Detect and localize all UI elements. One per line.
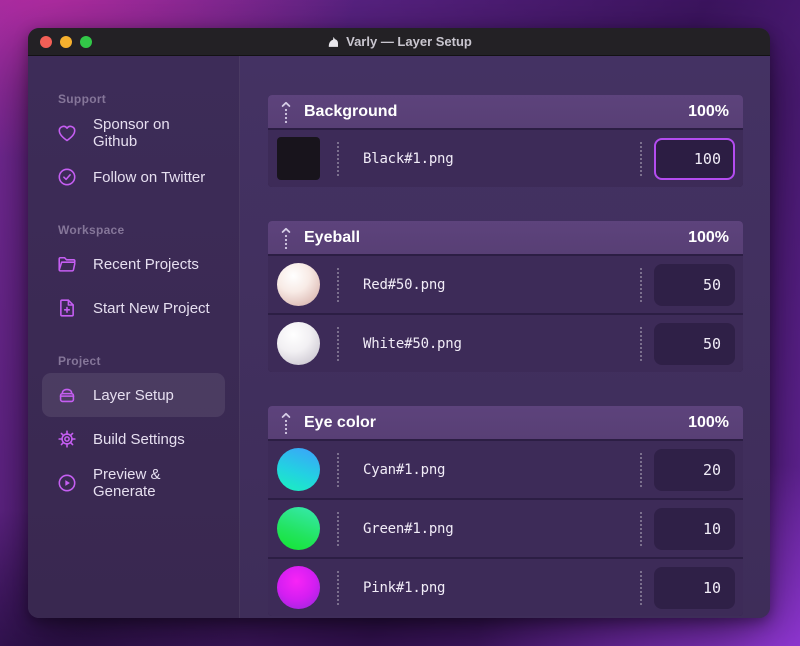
layer-filename: Black#1.png xyxy=(363,150,454,167)
badge-check-icon xyxy=(56,166,78,188)
dotted-divider xyxy=(640,141,642,176)
layer-thumbnail-green xyxy=(277,507,320,550)
sidebar-item-build-settings[interactable]: Build Settings xyxy=(42,417,225,461)
play-circle-icon xyxy=(56,472,78,494)
sidebar-section-workspace: Workspace Recent Projects Start New Proj… xyxy=(42,223,225,330)
layer-row: Cyan#1.png xyxy=(268,441,743,498)
layer-weight-input[interactable] xyxy=(654,137,735,180)
layer-thumbnail-white-sphere xyxy=(277,322,320,365)
app-window: Varly — Layer Setup Support Sponsor on G… xyxy=(28,28,770,618)
sidebar-item-label: Layer Setup xyxy=(93,386,174,404)
sidebar-section-project: Project Layer Setup Build Settings Previ… xyxy=(42,354,225,505)
sidebar-item-recent-projects[interactable]: Recent Projects xyxy=(42,242,225,286)
sidebar-item-label: Preview & Generate xyxy=(93,466,161,500)
layer-row: White#50.png xyxy=(268,315,743,372)
layer-thumbnail-pink xyxy=(277,566,320,609)
sidebar-item-label: Sponsor on Github xyxy=(93,116,170,150)
traffic-lights xyxy=(40,35,92,48)
layer-row: Pink#1.png xyxy=(268,559,743,616)
layer-weight-input[interactable] xyxy=(654,263,735,306)
dotted-divider xyxy=(337,452,339,487)
layer-filename: Cyan#1.png xyxy=(363,461,446,478)
layer-thumbnail-cyan xyxy=(277,448,320,491)
layer-group-weight: 100% xyxy=(688,413,729,431)
layer-group-background: Background 100% Black#1.png xyxy=(268,95,743,187)
dotted-divider xyxy=(337,267,339,302)
drag-handle-icon[interactable] xyxy=(280,227,292,249)
sidebar-item-preview-generate[interactable]: Preview & Generate xyxy=(42,461,225,505)
layer-group-eye-color: Eye color 100% Cyan#1.png Green#1.png xyxy=(268,406,743,616)
sidebar: Support Sponsor on Github Follow on Twit… xyxy=(28,56,240,618)
dotted-divider xyxy=(640,267,642,302)
sidebar-item-follow-on-twitter[interactable]: Follow on Twitter xyxy=(42,155,225,199)
archive-box-icon xyxy=(56,384,78,406)
dotted-divider xyxy=(337,141,339,176)
layer-weight-input[interactable] xyxy=(654,322,735,365)
layer-row: Green#1.png xyxy=(268,500,743,557)
layer-group-header: Eyeball 100% xyxy=(268,221,743,254)
dotted-divider xyxy=(640,452,642,487)
window-title: Varly — Layer Setup xyxy=(28,34,770,49)
layer-group-eyeball: Eyeball 100% Red#50.png White#50.png xyxy=(268,221,743,372)
sidebar-item-label: Build Settings xyxy=(93,430,185,448)
heart-icon xyxy=(56,122,78,144)
layer-filename: Red#50.png xyxy=(363,276,446,293)
sidebar-item-start-new-project[interactable]: Start New Project xyxy=(42,286,225,330)
dotted-divider xyxy=(337,326,339,361)
layer-weight-input[interactable] xyxy=(654,566,735,609)
gear-icon xyxy=(56,428,78,450)
layer-weight-input[interactable] xyxy=(654,507,735,550)
sidebar-item-layer-setup[interactable]: Layer Setup xyxy=(42,373,225,417)
dotted-divider xyxy=(337,570,339,605)
layer-setup-panel: Background 100% Black#1.png 100 Eyeball … xyxy=(240,56,770,618)
dotted-divider xyxy=(640,511,642,546)
zoom-button[interactable] xyxy=(80,35,92,48)
layer-row: Red#50.png xyxy=(268,256,743,313)
dotted-divider xyxy=(640,570,642,605)
file-plus-icon xyxy=(56,297,78,319)
sidebar-section-support: Support Sponsor on Github Follow on Twit… xyxy=(42,92,225,199)
layer-filename: Green#1.png xyxy=(363,520,454,537)
drag-handle-icon[interactable] xyxy=(280,101,292,123)
layer-group-header: Background 100% xyxy=(268,95,743,128)
sidebar-section-label: Workspace xyxy=(58,223,125,237)
layer-thumbnail-black xyxy=(277,137,320,180)
layer-group-weight: 100% xyxy=(688,102,729,120)
layer-group-header: Eye color 100% xyxy=(268,406,743,439)
layer-thumbnail-red-sphere xyxy=(277,263,320,306)
sidebar-item-label: Follow on Twitter xyxy=(93,168,206,186)
layer-group-title: Eye color xyxy=(304,413,377,431)
unicorn-app-icon xyxy=(326,35,340,49)
minimize-button[interactable] xyxy=(60,35,72,48)
drag-handle-icon[interactable] xyxy=(280,412,292,434)
close-button[interactable] xyxy=(40,35,52,48)
layer-weight-input[interactable] xyxy=(654,448,735,491)
layer-group-weight: 100% xyxy=(688,228,729,246)
titlebar: Varly — Layer Setup xyxy=(28,28,770,56)
dotted-divider xyxy=(337,511,339,546)
dotted-divider xyxy=(640,326,642,361)
layer-group-title: Eyeball xyxy=(304,228,361,246)
sidebar-item-sponsor-on-github[interactable]: Sponsor on Github xyxy=(42,111,225,155)
layer-filename: White#50.png xyxy=(363,335,462,352)
folder-icon xyxy=(56,253,78,275)
layer-group-title: Background xyxy=(304,102,398,120)
window-title-text: Varly — Layer Setup xyxy=(346,34,472,49)
sidebar-item-label: Start New Project xyxy=(93,299,210,317)
sidebar-section-label: Support xyxy=(58,92,107,106)
sidebar-item-label: Recent Projects xyxy=(93,255,199,273)
layer-filename: Pink#1.png xyxy=(363,579,446,596)
layer-row: Black#1.png xyxy=(268,130,743,187)
sidebar-section-label: Project xyxy=(58,354,101,368)
